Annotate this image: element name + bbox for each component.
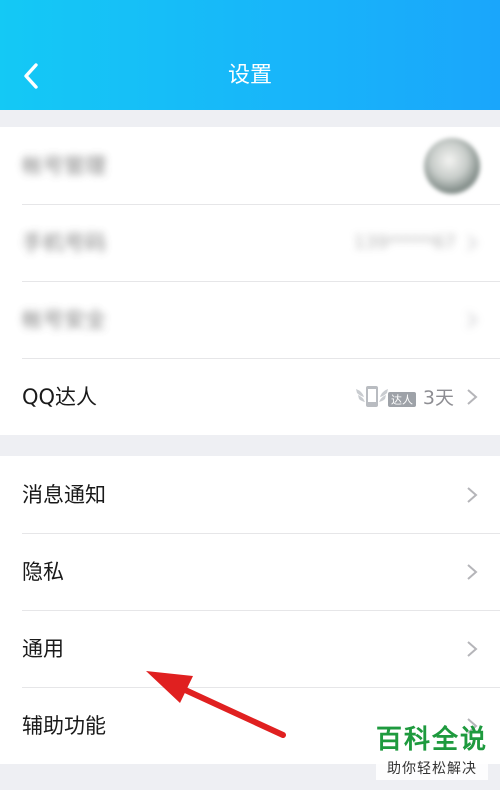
row-label: 帐号安全 [22, 307, 106, 332]
daren-badge-icon: 达人 [356, 385, 416, 407]
chevron-right-icon [467, 234, 478, 251]
svg-text:达人: 达人 [391, 393, 413, 406]
page-title: 设置 [227, 63, 272, 88]
row-label: 通用 [22, 636, 64, 661]
row-label: QQ达人 [22, 384, 98, 409]
avatar [424, 137, 480, 194]
row-label: 消息通知 [22, 482, 106, 507]
header-bar: 设置 [0, 0, 500, 110]
chevron-right-icon [467, 486, 478, 503]
watermark: 百科全说 助你轻松解决 [375, 724, 488, 780]
row-label: 手机号码 [22, 230, 106, 255]
row-label: 隐私 [22, 559, 64, 584]
row-label: 辅助功能 [22, 713, 106, 738]
account-group: 帐号管理 手机号码 139*****67 帐号安全 QQ达人 达人 3天 [0, 127, 500, 435]
settings-row-notifications[interactable]: 消息通知 [0, 456, 500, 533]
chevron-right-icon [467, 640, 478, 657]
settings-row-qq-daren[interactable]: QQ达人 达人 3天 [0, 358, 500, 435]
chevron-right-icon [467, 563, 478, 580]
chevron-right-icon [467, 311, 478, 328]
settings-row-phone-number[interactable]: 手机号码 139*****67 [0, 204, 500, 281]
row-label: 帐号管理 [22, 153, 106, 178]
settings-row-privacy[interactable]: 隐私 [0, 533, 500, 610]
settings-row-account-management[interactable]: 帐号管理 [0, 127, 500, 204]
settings-row-general[interactable]: 通用 [0, 610, 500, 687]
general-group: 消息通知 隐私 通用 辅助功能 [0, 456, 500, 764]
settings-row-account-security[interactable]: 帐号安全 [0, 281, 500, 358]
phone-value: 139*****67 [353, 232, 456, 253]
watermark-slogan: 助你轻松解决 [375, 756, 488, 780]
watermark-logo-text: 百科全说 [375, 725, 488, 755]
chevron-right-icon [467, 388, 478, 405]
daren-days: 3天 [422, 387, 454, 409]
